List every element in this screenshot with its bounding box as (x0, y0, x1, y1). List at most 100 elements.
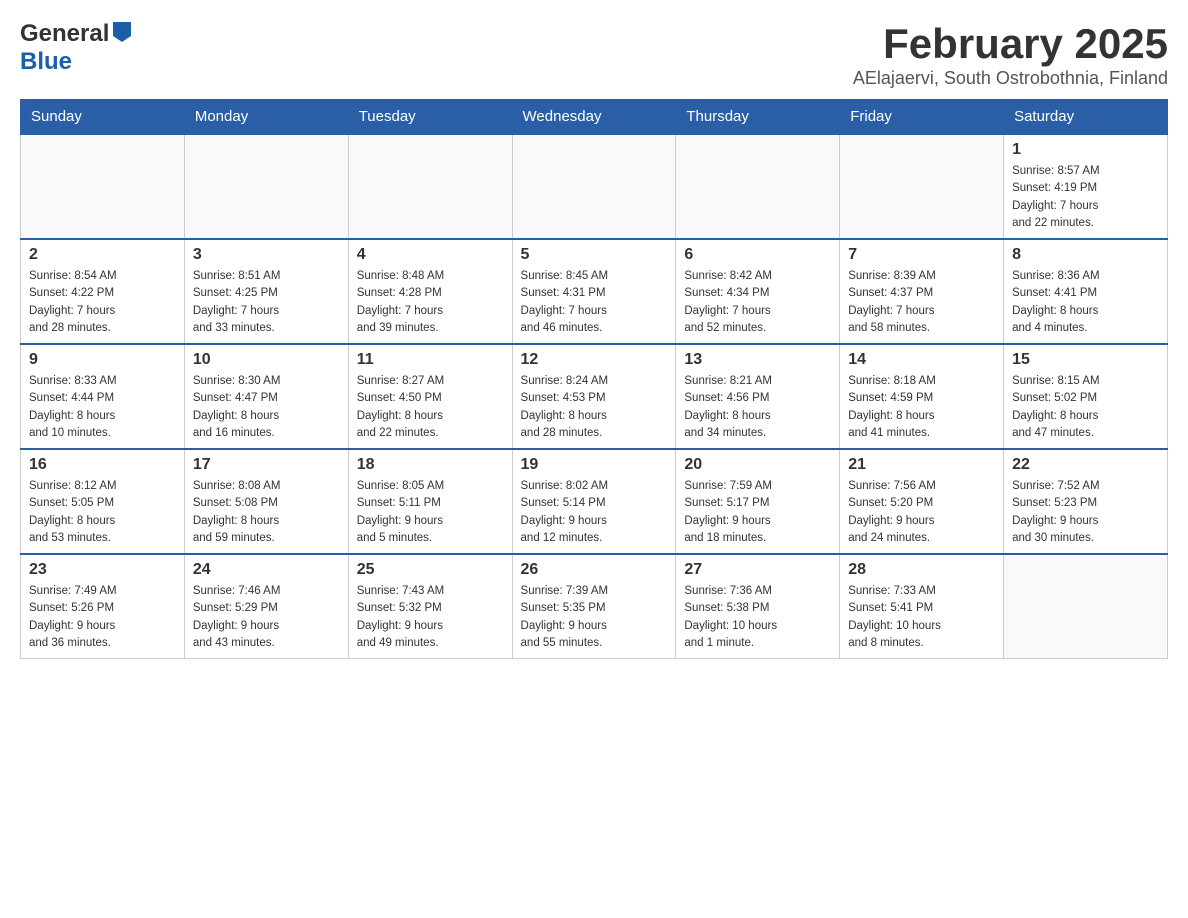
day-number: 4 (357, 246, 504, 264)
logo-triangle-icon (113, 22, 131, 47)
calendar-cell (512, 134, 676, 239)
day-info: Sunrise: 8:39 AM Sunset: 4:37 PM Dayligh… (848, 268, 995, 337)
day-info: Sunrise: 8:48 AM Sunset: 4:28 PM Dayligh… (357, 268, 504, 337)
day-number: 11 (357, 351, 504, 369)
calendar-cell: 20Sunrise: 7:59 AM Sunset: 5:17 PM Dayli… (676, 449, 840, 554)
day-number: 27 (684, 561, 831, 579)
logo-blue: Blue (20, 48, 72, 75)
day-info: Sunrise: 8:27 AM Sunset: 4:50 PM Dayligh… (357, 373, 504, 442)
day-info: Sunrise: 8:18 AM Sunset: 4:59 PM Dayligh… (848, 373, 995, 442)
day-info: Sunrise: 7:33 AM Sunset: 5:41 PM Dayligh… (848, 583, 995, 652)
calendar-cell: 19 Sunrise: 8:02 AM Sunset: 5:14 PM Dayli… (512, 449, 676, 554)
day-info: Sunrise: 7:43 AM Sunset: 5:32 PM Dayligh… (357, 583, 504, 652)
calendar-cell: 24 Sunrise: 7:46 AM Sunset: 5:29 PM Dayli… (184, 554, 348, 659)
day-info: Sunrise: 8:08 AM Sunset: 5:08 PM Dayligh… (193, 478, 340, 547)
header-row: SundayMondayTuesdayWednesdayThursdayFrid… (21, 100, 1168, 135)
day-number: 16 (29, 456, 176, 474)
logo-general: General (20, 20, 109, 48)
day-info: Sunrise: 8:42 AM Sunset: 4:34 PM Dayligh… (684, 268, 831, 337)
day-info: Sunrise: 7:49 AM Sunset: 5:26 PM Dayligh… (29, 583, 176, 652)
calendar-cell: 8 Sunrise: 8:36 AM Sunset: 4:41 PM Daylig… (1004, 239, 1168, 344)
calendar-cell: 22Sunrise: 7:52 AM Sunset: 5:23 PM Dayli… (1004, 449, 1168, 554)
day-info: Sunrise: 7:59 AM Sunset: 5:17 PM Dayligh… (684, 478, 831, 547)
day-of-week-header: Thursday (676, 100, 840, 135)
day-number: 26 (521, 561, 668, 579)
day-number: 9 (29, 351, 176, 369)
day-number: 3 (193, 246, 340, 264)
calendar-cell: 23 Sunrise: 7:49 AM Sunset: 5:26 PM Dayli… (21, 554, 185, 659)
calendar-cell: 3 Sunrise: 8:51 AM Sunset: 4:25 PM Daylig… (184, 239, 348, 344)
calendar-cell: 15Sunrise: 8:15 AM Sunset: 5:02 PM Dayli… (1004, 344, 1168, 449)
calendar-cell: 1 Sunrise: 8:57 AM Sunset: 4:19 PM Daylig… (1004, 134, 1168, 239)
calendar-cell: 26 Sunrise: 7:39 AM Sunset: 5:35 PM Dayli… (512, 554, 676, 659)
day-number: 24 (193, 561, 340, 579)
calendar-cell: 28 Sunrise: 7:33 AM Sunset: 5:41 PM Dayli… (840, 554, 1004, 659)
day-info: Sunrise: 7:36 AM Sunset: 5:38 PM Dayligh… (684, 583, 831, 652)
calendar-cell: 18 Sunrise: 8:05 AM Sunset: 5:11 PM Dayli… (348, 449, 512, 554)
day-number: 10 (193, 351, 340, 369)
page-header: General Blue February 2025 AElajaervi, S… (20, 20, 1168, 89)
day-number: 5 (521, 246, 668, 264)
day-info: Sunrise: 7:46 AM Sunset: 5:29 PM Dayligh… (193, 583, 340, 652)
calendar-cell: 25 Sunrise: 7:43 AM Sunset: 5:32 PM Dayli… (348, 554, 512, 659)
calendar-table: SundayMondayTuesdayWednesdayThursdayFrid… (20, 99, 1168, 659)
calendar-cell (184, 134, 348, 239)
day-info: Sunrise: 8:57 AM Sunset: 4:19 PM Dayligh… (1012, 163, 1159, 232)
calendar-week-row: 1 Sunrise: 8:57 AM Sunset: 4:19 PM Daylig… (21, 134, 1168, 239)
day-number: 8 (1012, 246, 1159, 264)
calendar-cell: 2Sunrise: 8:54 AM Sunset: 4:22 PM Daylig… (21, 239, 185, 344)
calendar-cell: 16 Sunrise: 8:12 AM Sunset: 5:05 PM Dayli… (21, 449, 185, 554)
calendar-cell: 17Sunrise: 8:08 AM Sunset: 5:08 PM Dayli… (184, 449, 348, 554)
calendar-week-row: 16 Sunrise: 8:12 AM Sunset: 5:05 PM Dayli… (21, 449, 1168, 554)
day-of-week-header: Friday (840, 100, 1004, 135)
day-info: Sunrise: 8:12 AM Sunset: 5:05 PM Dayligh… (29, 478, 176, 547)
calendar-cell: 7 Sunrise: 8:39 AM Sunset: 4:37 PM Daylig… (840, 239, 1004, 344)
calendar-cell: 4 Sunrise: 8:48 AM Sunset: 4:28 PM Daylig… (348, 239, 512, 344)
calendar-cell: 11 Sunrise: 8:27 AM Sunset: 4:50 PM Dayli… (348, 344, 512, 449)
calendar-cell: 12Sunrise: 8:24 AM Sunset: 4:53 PM Dayli… (512, 344, 676, 449)
calendar-cell (1004, 554, 1168, 659)
day-of-week-header: Saturday (1004, 100, 1168, 135)
day-info: Sunrise: 8:02 AM Sunset: 5:14 PM Dayligh… (521, 478, 668, 547)
calendar-week-row: 9 Sunrise: 8:33 AM Sunset: 4:44 PM Daylig… (21, 344, 1168, 449)
day-info: Sunrise: 8:36 AM Sunset: 4:41 PM Dayligh… (1012, 268, 1159, 337)
day-number: 18 (357, 456, 504, 474)
day-info: Sunrise: 8:33 AM Sunset: 4:44 PM Dayligh… (29, 373, 176, 442)
calendar-cell (21, 134, 185, 239)
day-number: 19 (521, 456, 668, 474)
day-number: 14 (848, 351, 995, 369)
day-number: 2 (29, 246, 176, 264)
day-number: 7 (848, 246, 995, 264)
calendar-cell: 9 Sunrise: 8:33 AM Sunset: 4:44 PM Daylig… (21, 344, 185, 449)
calendar-cell (348, 134, 512, 239)
day-number: 1 (1012, 141, 1159, 159)
logo: General Blue (20, 20, 131, 76)
calendar-week-row: 23 Sunrise: 7:49 AM Sunset: 5:26 PM Dayli… (21, 554, 1168, 659)
day-number: 25 (357, 561, 504, 579)
day-info: Sunrise: 7:56 AM Sunset: 5:20 PM Dayligh… (848, 478, 995, 547)
calendar-cell: 5Sunrise: 8:45 AM Sunset: 4:31 PM Daylig… (512, 239, 676, 344)
calendar-cell (676, 134, 840, 239)
calendar-cell (840, 134, 1004, 239)
calendar-week-row: 2Sunrise: 8:54 AM Sunset: 4:22 PM Daylig… (21, 239, 1168, 344)
calendar-cell: 13Sunrise: 8:21 AM Sunset: 4:56 PM Dayli… (676, 344, 840, 449)
calendar-cell: 6 Sunrise: 8:42 AM Sunset: 4:34 PM Daylig… (676, 239, 840, 344)
day-of-week-header: Tuesday (348, 100, 512, 135)
calendar-cell: 14 Sunrise: 8:18 AM Sunset: 4:59 PM Dayli… (840, 344, 1004, 449)
day-info: Sunrise: 8:30 AM Sunset: 4:47 PM Dayligh… (193, 373, 340, 442)
day-number: 21 (848, 456, 995, 474)
day-number: 22 (1012, 456, 1159, 474)
calendar-cell: 27 Sunrise: 7:36 AM Sunset: 5:38 PM Dayli… (676, 554, 840, 659)
day-info: Sunrise: 8:21 AM Sunset: 4:56 PM Dayligh… (684, 373, 831, 442)
day-info: Sunrise: 7:39 AM Sunset: 5:35 PM Dayligh… (521, 583, 668, 652)
location-subtitle: AElajaervi, South Ostrobothnia, Finland (853, 68, 1168, 89)
day-number: 15 (1012, 351, 1159, 369)
day-info: Sunrise: 8:51 AM Sunset: 4:25 PM Dayligh… (193, 268, 340, 337)
day-number: 6 (684, 246, 831, 264)
calendar-header: SundayMondayTuesdayWednesdayThursdayFrid… (21, 100, 1168, 135)
day-info: Sunrise: 8:24 AM Sunset: 4:53 PM Dayligh… (521, 373, 668, 442)
day-info: Sunrise: 8:05 AM Sunset: 5:11 PM Dayligh… (357, 478, 504, 547)
day-number: 28 (848, 561, 995, 579)
calendar-cell: 21 Sunrise: 7:56 AM Sunset: 5:20 PM Dayli… (840, 449, 1004, 554)
day-number: 23 (29, 561, 176, 579)
